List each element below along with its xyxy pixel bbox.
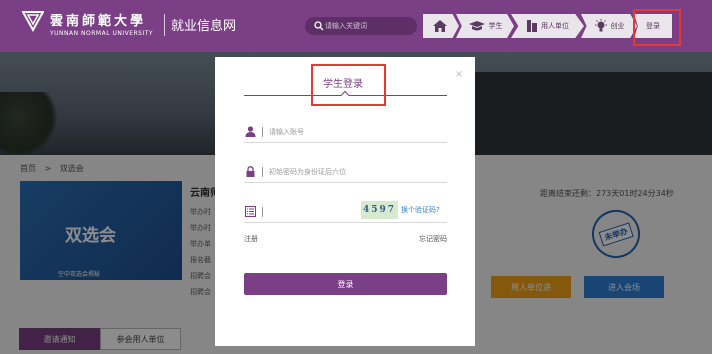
captcha-image: 4597 [361, 201, 398, 219]
site-title[interactable]: 就业信息网 [171, 15, 236, 34]
close-icon[interactable]: × [455, 69, 463, 80]
captcha-input[interactable] [269, 205, 359, 219]
password-input[interactable] [269, 165, 439, 179]
nav-company[interactable]: 用人单位 [511, 14, 584, 38]
building-icon [527, 20, 537, 32]
logo-mark-icon [22, 11, 44, 32]
search-input[interactable] [325, 19, 411, 33]
refresh-captcha-link[interactable]: 换个验证码? [401, 205, 440, 215]
nav-company-label: 用人单位 [541, 22, 569, 30]
home-icon [432, 20, 447, 32]
search-icon[interactable] [314, 21, 324, 31]
field-separator [262, 127, 263, 137]
highlight-box-title [311, 64, 386, 106]
captcha-field: 4597 换个验证码? [244, 201, 447, 223]
form-icon [245, 206, 256, 217]
password-field [244, 163, 447, 183]
highlight-box-login [633, 9, 681, 46]
account-field [244, 123, 447, 143]
logo-text-en: YUNNAN NORMAL UNIVERSITY [50, 30, 154, 37]
nav-student-label: 学生 [488, 22, 503, 30]
field-separator [262, 207, 263, 217]
graduation-cap-icon [468, 21, 485, 31]
user-icon [245, 126, 256, 137]
forgot-password-link[interactable]: 忘记密码 [419, 234, 447, 244]
logo-text-cn: 雲南師範大學 [50, 14, 147, 29]
nav-startup-label: 创业 [610, 22, 625, 30]
search-box[interactable] [305, 17, 417, 35]
field-separator [262, 167, 263, 177]
logo-divider [164, 14, 165, 36]
lightbulb-icon [594, 19, 607, 32]
login-button[interactable]: 登录 [244, 273, 447, 295]
register-link[interactable]: 注册 [244, 234, 258, 244]
nav-student[interactable]: 学生 [456, 14, 514, 38]
account-input[interactable] [269, 125, 439, 139]
lock-icon [246, 166, 255, 177]
nav-startup[interactable]: 创业 [581, 14, 637, 38]
nav-home[interactable] [423, 14, 459, 38]
